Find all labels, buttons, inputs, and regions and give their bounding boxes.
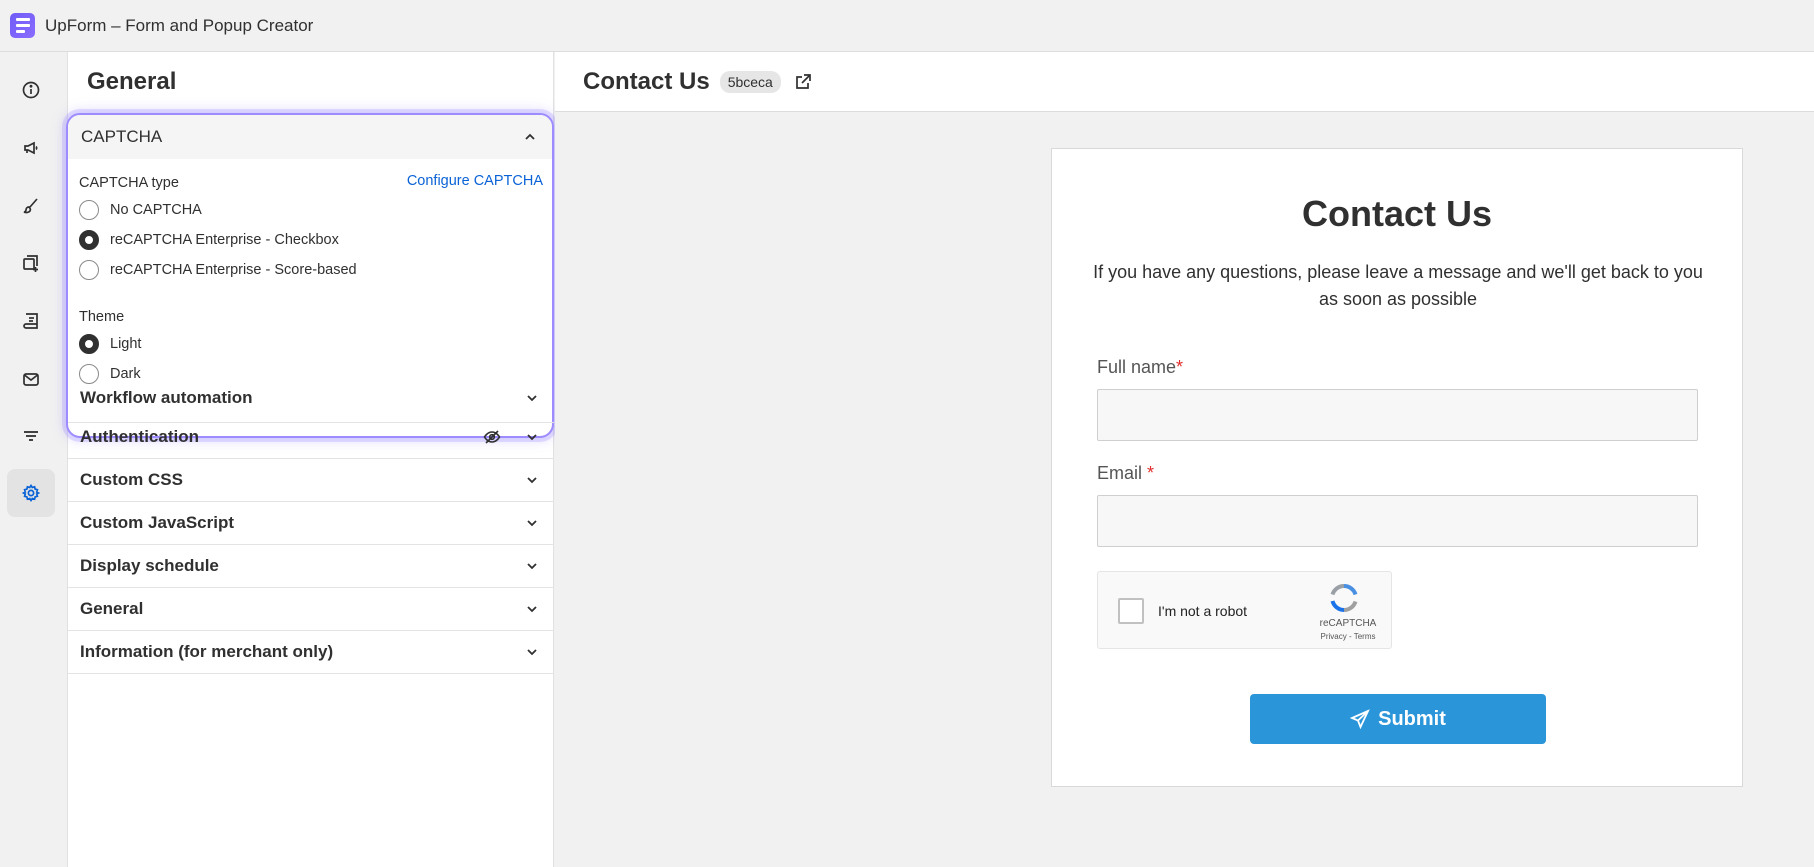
email-label: Email * bbox=[1097, 463, 1154, 484]
radio-button-selected[interactable] bbox=[79, 334, 99, 354]
section-custom-javascript[interactable]: Custom JavaScript bbox=[68, 502, 554, 545]
icon-rail bbox=[0, 52, 68, 867]
radio-label: reCAPTCHA Enterprise - Checkbox bbox=[110, 232, 339, 248]
form-name-title: Contact Us bbox=[583, 67, 710, 95]
filter-lines-icon[interactable] bbox=[7, 412, 55, 460]
theme-label: Theme bbox=[79, 309, 125, 325]
section-display-schedule[interactable]: Display schedule bbox=[68, 545, 554, 588]
form-preview-card: Contact Us If you have any questions, pl… bbox=[1051, 148, 1743, 787]
upform-logo-icon bbox=[10, 13, 35, 38]
configure-captcha-link[interactable]: Configure CAPTCHA bbox=[407, 173, 543, 189]
recaptcha-widget: I'm not a robot reCAPTCHA Privacy - Term… bbox=[1097, 571, 1392, 649]
section-label: General bbox=[80, 599, 144, 618]
radio-theme-light[interactable]: Light bbox=[79, 334, 141, 354]
captcha-type-label: CAPTCHA type bbox=[79, 175, 179, 191]
recaptcha-label: I'm not a robot bbox=[1158, 603, 1248, 619]
info-icon[interactable] bbox=[7, 66, 55, 114]
section-label: Custom CSS bbox=[80, 470, 183, 489]
radio-button[interactable] bbox=[79, 260, 99, 280]
form-id-badge: 5bceca bbox=[719, 70, 781, 93]
chevron-up-icon[interactable] bbox=[522, 129, 538, 145]
section-general[interactable]: General bbox=[68, 588, 554, 631]
chevron-down-icon[interactable] bbox=[524, 644, 540, 660]
preview-canvas: Contact Us If you have any questions, pl… bbox=[555, 112, 1814, 867]
app-title: UpForm – Form and Popup Creator bbox=[45, 15, 314, 35]
chevron-down-icon[interactable] bbox=[524, 601, 540, 617]
full-name-label: Full name* bbox=[1097, 357, 1183, 378]
radio-label: reCAPTCHA Enterprise - Score-based bbox=[110, 262, 357, 278]
panel-title: General bbox=[87, 68, 177, 95]
radio-recaptcha-checkbox[interactable]: reCAPTCHA Enterprise - Checkbox bbox=[79, 230, 339, 250]
submit-label: Submit bbox=[1378, 707, 1446, 730]
submit-button[interactable]: Submit bbox=[1250, 694, 1546, 744]
form-title: Contact Us bbox=[1301, 193, 1493, 234]
email-input[interactable] bbox=[1097, 495, 1698, 547]
section-label: Custom JavaScript bbox=[80, 513, 234, 532]
preview-header: Contact Us 5bceca bbox=[555, 52, 1814, 112]
submissions-icon[interactable] bbox=[7, 297, 55, 345]
chevron-down-icon[interactable] bbox=[524, 472, 540, 488]
gear-icon[interactable] bbox=[7, 469, 55, 517]
field-label-text: Email bbox=[1097, 463, 1143, 483]
external-link-icon[interactable] bbox=[793, 72, 813, 92]
recaptcha-checkbox[interactable] bbox=[1118, 598, 1144, 624]
form-description: If you have any questions, please leave … bbox=[1093, 262, 1703, 309]
section-authentication[interactable]: Authentication bbox=[68, 416, 554, 459]
required-mark: * bbox=[1147, 463, 1155, 483]
add-field-icon[interactable] bbox=[7, 239, 55, 287]
recaptcha-brand: reCAPTCHA bbox=[1319, 618, 1377, 629]
chevron-down-icon[interactable] bbox=[524, 390, 540, 406]
radio-no-captcha[interactable]: No CAPTCHA bbox=[79, 200, 202, 220]
mail-icon[interactable] bbox=[7, 355, 55, 403]
eye-off-icon bbox=[482, 427, 502, 447]
paintbrush-icon[interactable] bbox=[7, 182, 55, 230]
chevron-down-icon[interactable] bbox=[524, 558, 540, 574]
section-label: Information (for merchant only) bbox=[80, 642, 334, 661]
radio-button-selected[interactable] bbox=[79, 230, 99, 250]
chevron-down-icon[interactable] bbox=[524, 515, 540, 531]
section-label: Authentication bbox=[80, 427, 199, 446]
settings-panel: General CAPTCHA CAPTCHA type Configure C… bbox=[66, 52, 554, 867]
section-label: Display schedule bbox=[80, 556, 219, 575]
megaphone-icon[interactable] bbox=[7, 124, 55, 172]
app-top-bar: UpForm – Form and Popup Creator bbox=[0, 0, 1814, 52]
radio-label: Light bbox=[110, 336, 142, 352]
chevron-down-icon[interactable] bbox=[524, 429, 540, 445]
recaptcha-privacy-terms[interactable]: Privacy - Terms bbox=[1308, 632, 1388, 641]
radio-label: No CAPTCHA bbox=[110, 202, 202, 218]
full-name-input[interactable] bbox=[1097, 389, 1698, 441]
field-label-text: Full name bbox=[1097, 357, 1177, 377]
section-label: Workflow automation bbox=[80, 387, 253, 407]
section-custom-css[interactable]: Custom CSS bbox=[68, 459, 554, 502]
send-icon bbox=[1350, 709, 1370, 729]
captcha-section-header[interactable]: CAPTCHA bbox=[68, 115, 552, 159]
radio-recaptcha-score[interactable]: reCAPTCHA Enterprise - Score-based bbox=[79, 260, 357, 280]
radio-button[interactable] bbox=[79, 200, 99, 220]
recaptcha-logo-icon bbox=[1328, 582, 1360, 619]
required-mark: * bbox=[1176, 357, 1184, 377]
section-information-merchant[interactable]: Information (for merchant only) bbox=[68, 631, 554, 674]
captcha-section-title: CAPTCHA bbox=[81, 127, 163, 146]
